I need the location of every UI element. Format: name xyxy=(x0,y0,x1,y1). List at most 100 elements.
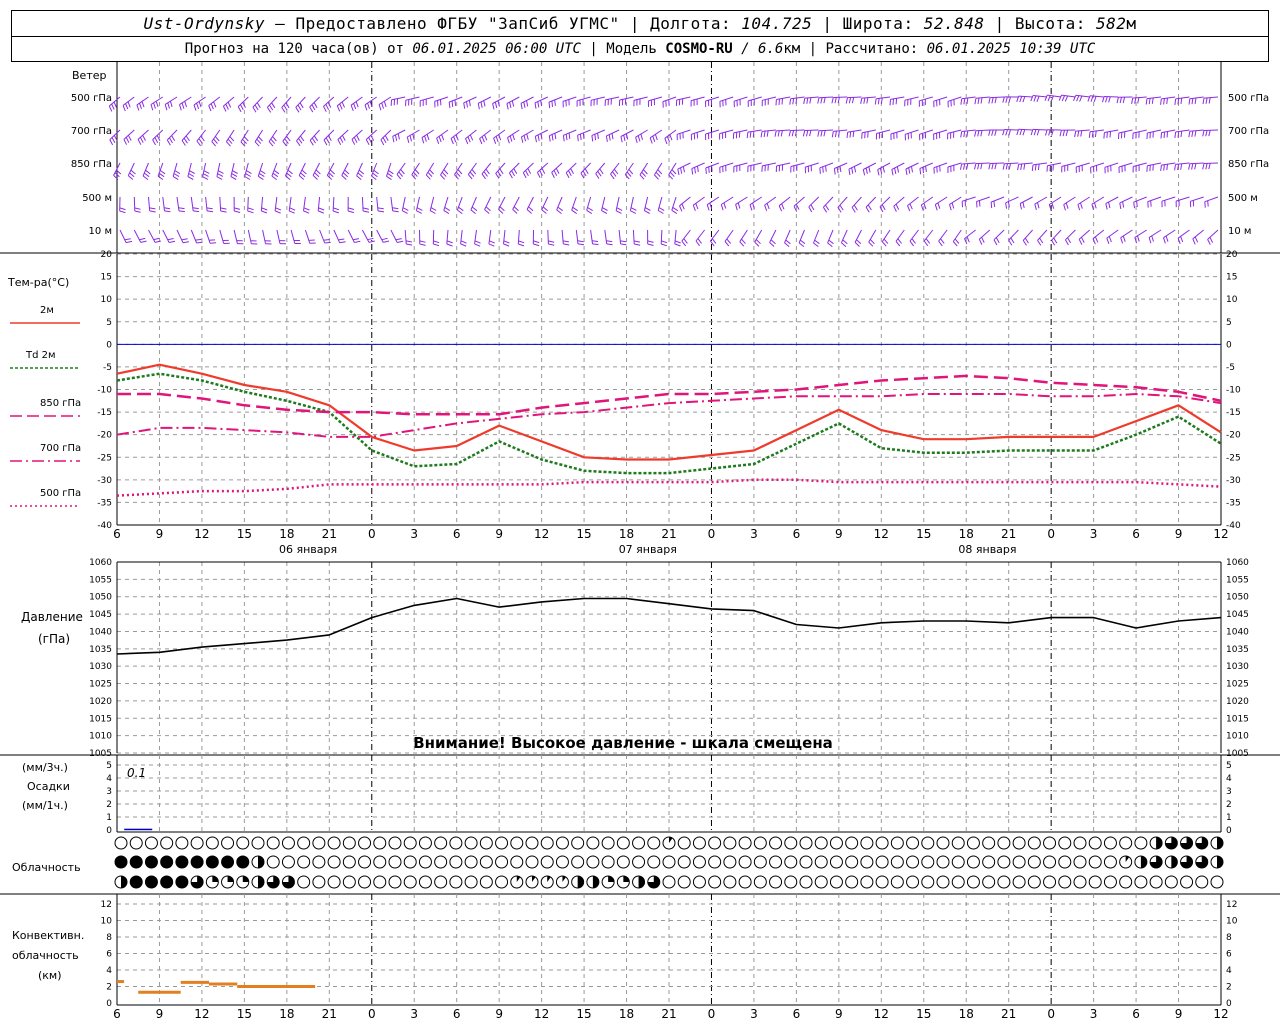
y-tick-label: 1030 xyxy=(89,662,112,672)
wind-barb xyxy=(676,96,691,101)
wind-barb-feather xyxy=(592,243,599,246)
wind-barb-feather xyxy=(450,138,454,145)
wind-barb xyxy=(733,162,748,167)
wind-barb xyxy=(990,162,1005,164)
wind-barb-feather xyxy=(479,138,483,145)
wind-barb xyxy=(618,229,622,244)
wind-barb-feather xyxy=(508,172,513,179)
cloud-symbol xyxy=(845,855,859,869)
wind-barb xyxy=(690,96,705,102)
temp-legend-label: 2м xyxy=(40,305,54,316)
wind-barb xyxy=(148,196,151,211)
x-tick-label: 12 xyxy=(874,527,889,541)
wind-barb-feather xyxy=(471,206,478,212)
wind-barb-feather xyxy=(616,207,623,211)
y-tick-label: -30 xyxy=(97,476,112,486)
cloud-symbol-fill xyxy=(608,876,615,882)
wind-barb-feather xyxy=(1094,130,1097,138)
wind-barb xyxy=(166,129,178,141)
wind-barb xyxy=(1175,96,1190,100)
wind-barb-feather xyxy=(739,241,745,247)
wind-barb-feather xyxy=(226,141,231,147)
wind-barb-feather xyxy=(488,243,495,247)
wind-barb-feather xyxy=(511,170,516,177)
cloud-symbol xyxy=(1134,836,1148,850)
wind-barb-feather xyxy=(198,101,202,108)
wind-barb-feather xyxy=(988,97,991,104)
wind-barb xyxy=(517,229,520,245)
wind-barb-feather xyxy=(1105,96,1108,103)
cloud-symbol xyxy=(1012,855,1026,869)
y-tick-label: 1045 xyxy=(1226,610,1249,620)
cloud-symbol xyxy=(1073,875,1087,889)
cloud-symbol xyxy=(829,875,843,889)
wind-barb-feather xyxy=(1067,237,1072,244)
wind-barb-feather xyxy=(1119,202,1122,209)
wind-barb xyxy=(747,129,762,133)
wind-barb-feather xyxy=(123,139,128,145)
wind-barb-feather xyxy=(370,135,375,141)
wind-barb-feather xyxy=(1030,95,1034,102)
wind-barb-feather xyxy=(895,98,898,105)
wind-barb xyxy=(522,162,534,173)
wind-barb-feather xyxy=(325,104,330,110)
cloud-symbol xyxy=(966,836,980,850)
y-tick-label: 1005 xyxy=(1226,749,1249,759)
wind-barb xyxy=(905,129,919,135)
wind-barb-feather xyxy=(848,97,852,104)
wind-barb-feather xyxy=(863,97,866,104)
cloud-symbol xyxy=(814,855,828,869)
wind-barb-feather xyxy=(1208,163,1211,170)
x-tick-label: 6 xyxy=(793,1007,801,1021)
wind-barb xyxy=(361,229,370,243)
wind-barb-feather xyxy=(213,101,217,108)
wind-barb-feather xyxy=(1002,163,1005,170)
cloud-symbol xyxy=(814,875,828,889)
cloud-symbol xyxy=(327,836,341,850)
wind-barb-feather xyxy=(597,171,602,177)
wind-barb-feather xyxy=(347,207,355,210)
wind-barb-feather xyxy=(909,203,913,210)
wind-level-label: 500 гПа xyxy=(1228,93,1269,104)
wind-barb-feather xyxy=(781,203,785,210)
x-tick-label: 9 xyxy=(835,527,843,541)
cloud-symbol xyxy=(723,855,737,869)
wind-barb-feather xyxy=(273,169,280,175)
y-tick-label: -10 xyxy=(97,386,112,396)
wind-barb-feather xyxy=(977,97,980,104)
wind-barb-feather xyxy=(198,138,203,144)
cloud-symbol xyxy=(601,836,615,850)
wind-barb-feather xyxy=(606,243,613,246)
cloud-symbol xyxy=(358,836,372,850)
wind-barb-feather xyxy=(988,163,991,170)
wind-barb xyxy=(1203,129,1219,131)
wind-barb xyxy=(304,229,311,244)
wind-barb-feather xyxy=(429,210,436,214)
wind-barb xyxy=(1147,129,1162,134)
cloud-symbol xyxy=(1103,836,1117,850)
wind-level-label: 700 гПа xyxy=(71,126,112,137)
wind-barb-feather xyxy=(336,105,341,112)
wind-barb-feather xyxy=(938,240,943,247)
cloud-symbol xyxy=(875,855,889,869)
wind-barb-feather xyxy=(644,207,651,211)
wind-barb-feather xyxy=(641,171,647,177)
wind-barb xyxy=(219,196,222,212)
wind-barb xyxy=(851,196,862,208)
wind-barb-feather xyxy=(896,166,900,173)
x-tick-label: 9 xyxy=(835,1007,843,1021)
wind-barb-feather xyxy=(792,98,795,105)
wind-barb xyxy=(808,196,820,208)
wind-barb-feather xyxy=(644,210,650,214)
wind-barb xyxy=(876,129,891,134)
wind-barb-feather xyxy=(523,135,527,142)
wind-barb xyxy=(298,162,306,176)
wind-barb-feather xyxy=(852,131,855,138)
temp-x-ticks: 6 9 12 15 18 21 0 3 6 9 12 15 18 21 0 3 6 9 12 15 18 21 0 3 6 9 12 xyxy=(113,527,1228,541)
wind-barb xyxy=(865,196,877,208)
wind-barb-feather xyxy=(184,101,187,108)
wind-barb-feather xyxy=(440,174,445,180)
wind-barb-feather xyxy=(1103,132,1105,139)
wind-barb-feather xyxy=(1180,236,1184,243)
wind-barb-feather xyxy=(108,105,113,112)
